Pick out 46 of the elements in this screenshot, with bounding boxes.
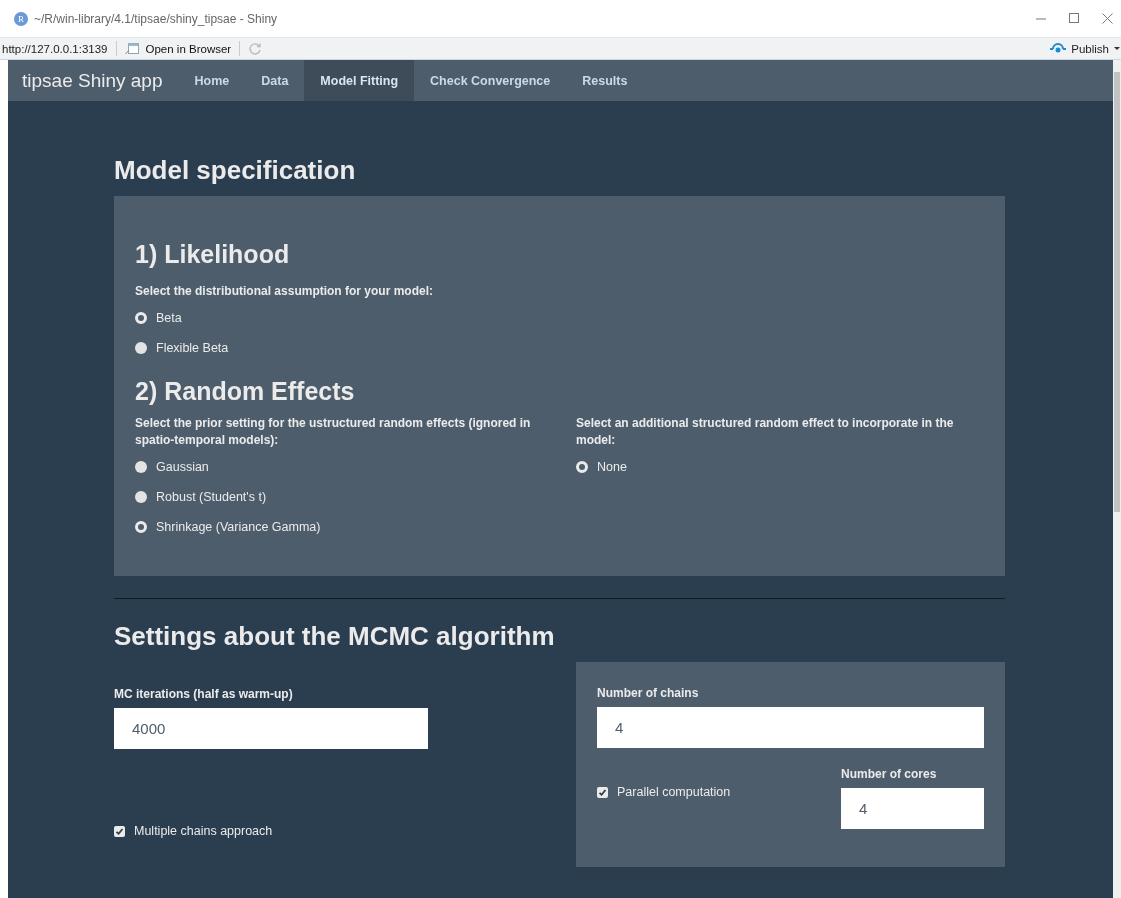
close-icon[interactable] — [1102, 13, 1113, 24]
radio-button[interactable] — [135, 342, 147, 354]
subsection-heading: 2) Random Effects — [135, 376, 356, 406]
publish-button[interactable]: Publish — [1049, 42, 1121, 55]
field-label: Number of chains — [597, 686, 700, 700]
section-heading: Settings about the MCMC algorithm — [114, 621, 556, 651]
radio-button[interactable] — [135, 491, 147, 503]
checkbox[interactable] — [597, 786, 608, 798]
radio-label[interactable]: Gaussian — [156, 460, 209, 474]
radio-label[interactable]: Robust (Student's t) — [156, 490, 267, 504]
subsection-heading: 1) Likelihood — [135, 239, 291, 269]
nav-tab[interactable]: Check Convergence — [414, 60, 567, 101]
number-input[interactable]: 4 — [841, 788, 984, 829]
open-in-browser-button[interactable]: Open in Browser — [124, 42, 232, 55]
radio-button[interactable] — [576, 461, 588, 473]
maximize-icon[interactable] — [1069, 13, 1080, 24]
nav-tab[interactable]: Data — [245, 60, 305, 101]
window-title: ~/R/win-library/4.1/tipsae/shiny_tipsae - Shiny — [34, 11, 278, 26]
field-label: Select the prior setting for the ustructured random effects (ignored in spatio-temporal models): — [135, 415, 532, 449]
radio-label[interactable]: Beta — [156, 311, 182, 325]
field-label: Number of cores — [841, 767, 938, 781]
checkbox-label[interactable]: Parallel computation — [617, 785, 731, 799]
nav-tab[interactable]: Home — [178, 60, 246, 101]
radio-button[interactable] — [135, 312, 147, 324]
browser-window-icon — [124, 42, 140, 55]
caret-icon[interactable] — [1113, 46, 1121, 51]
field-label: Select the distributional assumption for your model: — [135, 283, 435, 300]
field-label: MC iterations (half as warm-up) — [114, 687, 294, 701]
publish-icon — [1049, 42, 1068, 55]
scrollbar[interactable] — [1113, 60, 1121, 898]
radio-button[interactable] — [135, 461, 147, 473]
app-brand: tipsae Shiny app — [21, 68, 164, 93]
field-label: Select an additional structured random effect to incorporate in the model: — [576, 415, 955, 449]
radio-label[interactable]: Shrinkage (Variance Gamma) — [156, 520, 321, 534]
radio-label[interactable]: None — [597, 460, 627, 474]
radio-label[interactable]: Flexible Beta — [156, 341, 229, 355]
number-input[interactable]: 4000 — [114, 708, 428, 749]
radio-button[interactable] — [135, 521, 147, 533]
nav-tab[interactable]: Model Fitting — [304, 60, 415, 101]
section-heading: Model specification — [114, 155, 357, 185]
checkbox-label[interactable]: Multiple chains approach — [134, 824, 273, 838]
number-input[interactable]: 4 — [597, 707, 984, 748]
checkbox[interactable] — [114, 825, 125, 837]
app-icon: R — [14, 11, 28, 26]
url-text: http://127.0.0.1:3139 — [2, 42, 108, 55]
nav-tab[interactable]: Results — [566, 60, 644, 101]
